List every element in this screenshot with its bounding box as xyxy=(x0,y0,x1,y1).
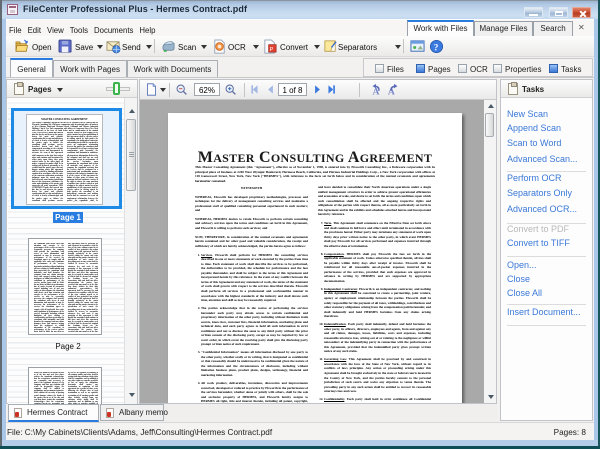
svg-text:P: P xyxy=(270,47,274,53)
svg-text:?: ? xyxy=(434,42,438,52)
